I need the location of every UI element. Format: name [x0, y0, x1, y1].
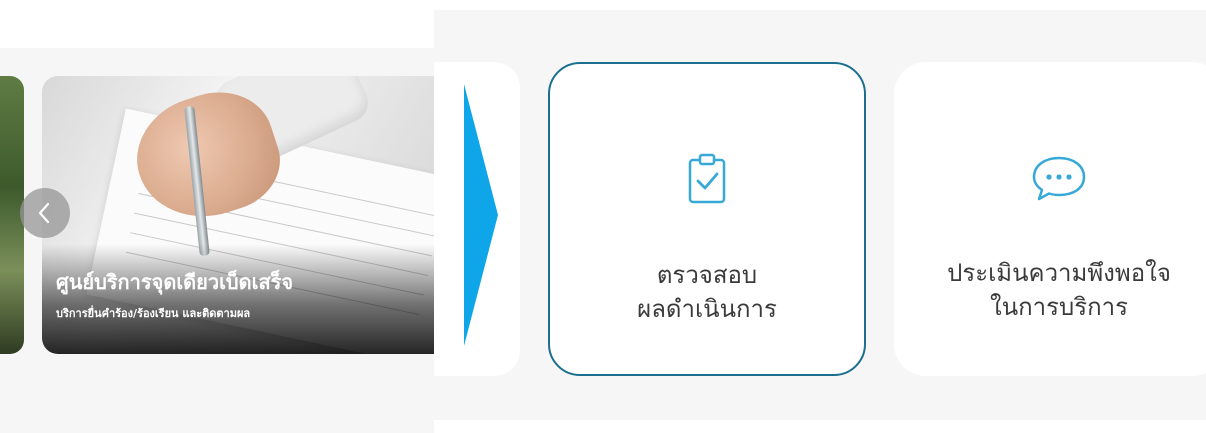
menu-bottom-band [434, 420, 1206, 433]
slider-bottom-band [0, 387, 434, 433]
clipboard-check-icon [688, 153, 726, 204]
slide-subtitle: บริการยื่นคำร้อง/ร้องเรียน และติดตามผล [56, 307, 251, 320]
satisfaction-survey-label-line2: ในการบริการ [989, 293, 1129, 321]
menu-top-band [434, 0, 1206, 10]
check-progress-tile[interactable]: ตรวจสอบ ผลดำเนินการ [548, 62, 866, 376]
chevron-left-icon [38, 202, 50, 224]
slider-top-band [0, 0, 434, 48]
current-slide[interactable]: ศูนย์บริการจุดเดียวเบ็ดเสร็จ บริการยื่นค… [42, 76, 434, 354]
check-progress-label-line2: ผลดำเนินการ [637, 295, 777, 323]
satisfaction-survey-label-line1: ประเมินความพึงพอใจ [947, 259, 1171, 287]
slide-caption-overlay [42, 244, 434, 354]
service-menu: ตรวจสอบ ผลดำเนินการ ประเมินความพึงพอใจ ใ… [434, 0, 1206, 433]
slide-title: ศูนย์บริการจุดเดียวเบ็ดเสร็จ [56, 270, 294, 294]
check-progress-label-line1: ตรวจสอบ [656, 261, 758, 289]
chat-bubble-icon [1032, 156, 1086, 201]
banner-slider: ศูนย์บริการจุดเดียวเบ็ดเสร็จ บริการยื่นค… [0, 0, 434, 433]
slider-prev-button[interactable] [20, 188, 70, 238]
satisfaction-survey-tile[interactable]: ประเมินความพึงพอใจ ในการบริการ [894, 62, 1206, 376]
